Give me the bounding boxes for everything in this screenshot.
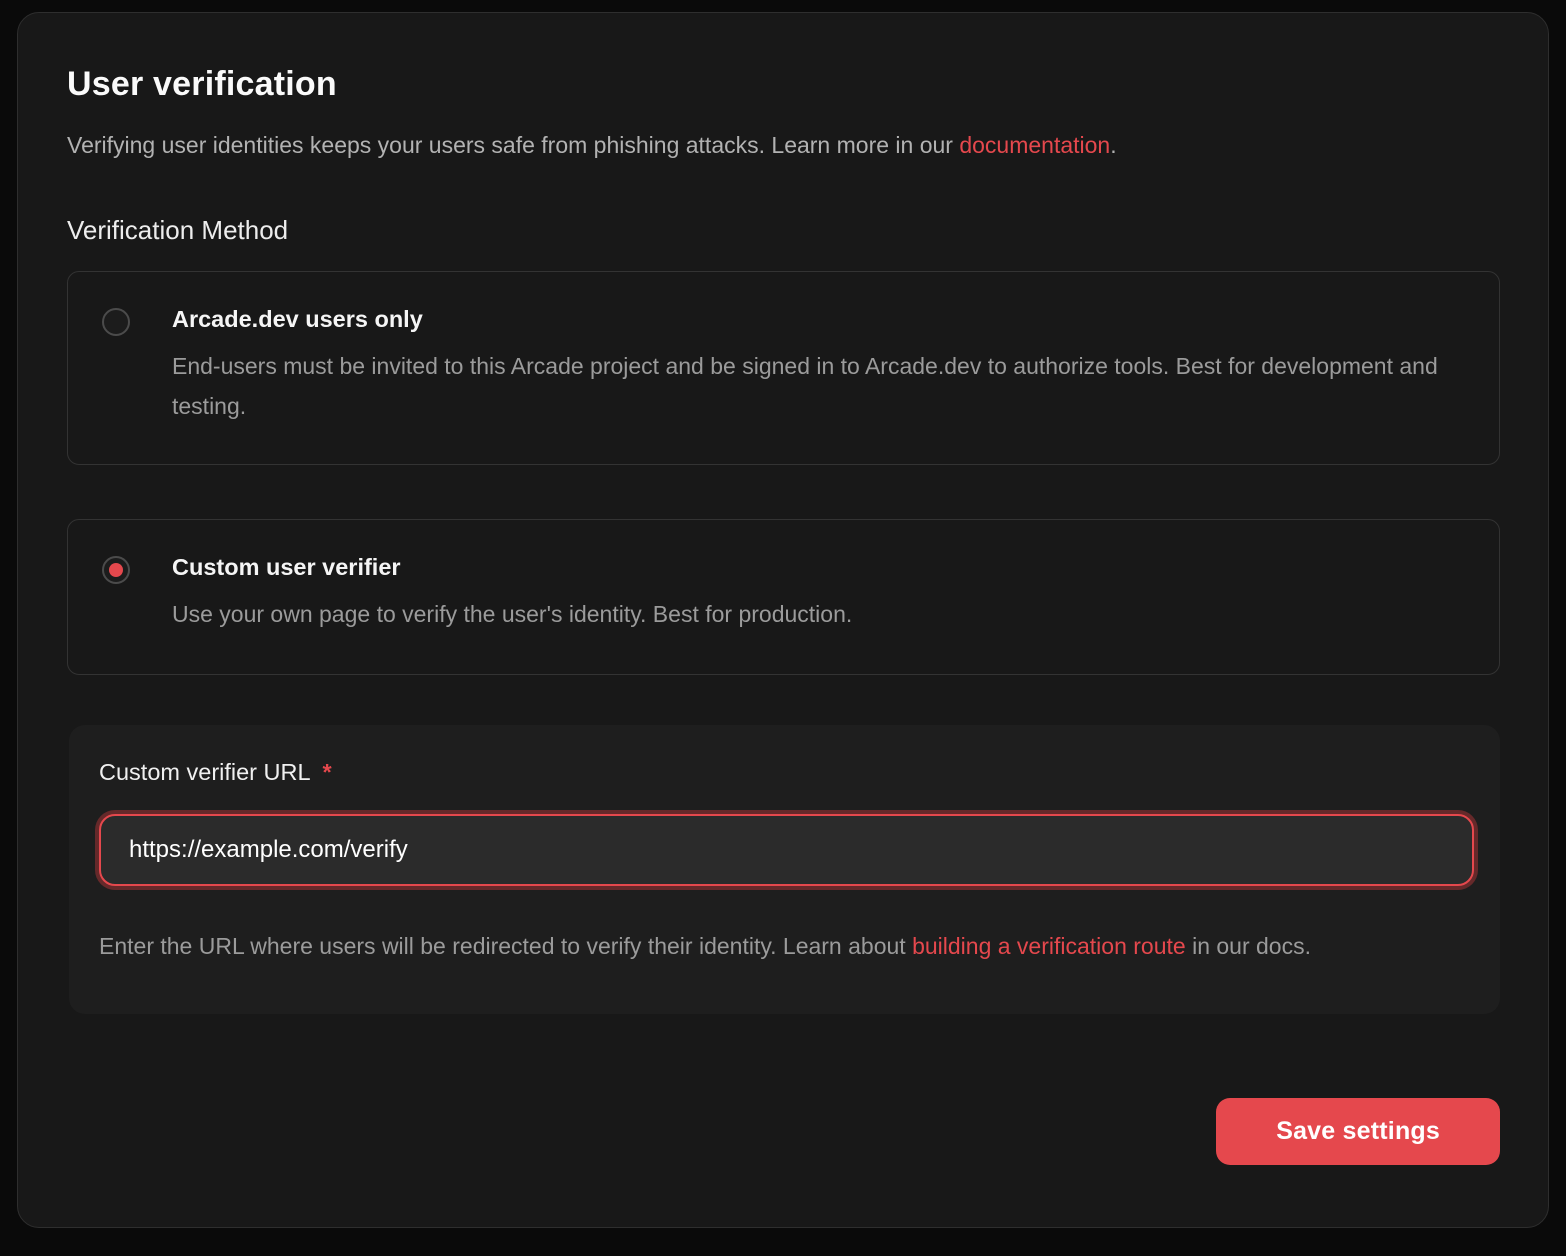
- help-text-suffix: in our docs.: [1186, 933, 1311, 959]
- radio-arcade-users-only[interactable]: [102, 308, 130, 336]
- option-description: Use your own page to verify the user's i…: [172, 594, 852, 634]
- verification-method-heading: Verification Method: [67, 215, 1500, 246]
- option-description: End-users must be invited to this Arcade…: [172, 346, 1469, 426]
- custom-verifier-url-label-row: Custom verifier URL *: [99, 759, 1470, 786]
- save-settings-button[interactable]: Save settings: [1216, 1098, 1500, 1165]
- required-asterisk: *: [323, 759, 332, 785]
- option-content: Arcade.dev users only End-users must be …: [172, 304, 1469, 426]
- radio-dot: [109, 563, 123, 577]
- subtitle-period: .: [1110, 132, 1116, 158]
- custom-verifier-url-label: Custom verifier URL: [99, 759, 311, 785]
- actions-row: Save settings: [67, 1098, 1500, 1165]
- custom-verifier-help-text: Enter the URL where users will be redire…: [99, 926, 1470, 966]
- building-verification-route-link[interactable]: building a verification route: [912, 933, 1186, 959]
- documentation-link[interactable]: documentation: [959, 132, 1110, 158]
- page-title: User verification: [67, 65, 1500, 104]
- radio-custom-user-verifier[interactable]: [102, 556, 130, 584]
- custom-verifier-url-input[interactable]: [99, 814, 1474, 886]
- option-arcade-users-only[interactable]: Arcade.dev users only End-users must be …: [67, 271, 1500, 465]
- option-custom-user-verifier[interactable]: Custom user verifier Use your own page t…: [67, 519, 1500, 675]
- page-subtitle: Verifying user identities keeps your use…: [67, 129, 1500, 161]
- radio-dot: [109, 315, 123, 329]
- option-label: Custom user verifier: [172, 552, 852, 582]
- custom-verifier-url-panel: Custom verifier URL * Enter the URL where…: [69, 725, 1500, 1014]
- option-label: Arcade.dev users only: [172, 304, 1469, 334]
- subtitle-text: Verifying user identities keeps your use…: [67, 132, 959, 158]
- user-verification-card: User verification Verifying user identit…: [17, 12, 1549, 1228]
- help-text-prefix: Enter the URL where users will be redire…: [99, 933, 912, 959]
- option-content: Custom user verifier Use your own page t…: [172, 552, 852, 634]
